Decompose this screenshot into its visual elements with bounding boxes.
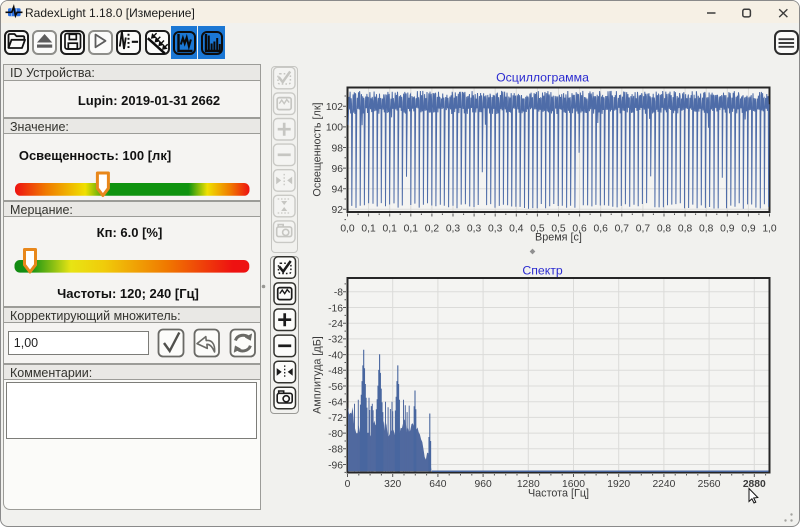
- svg-text:320: 320: [384, 479, 401, 490]
- svg-text:100: 100: [326, 123, 343, 134]
- svg-text:0,1: 0,1: [383, 224, 398, 235]
- svg-text:-72: -72: [328, 413, 343, 424]
- svg-text:-8: -8: [334, 288, 343, 299]
- svg-text:Осциллограмма: Осциллограмма: [496, 71, 589, 85]
- svg-text:1920: 1920: [607, 479, 630, 490]
- svg-text:-80: -80: [328, 429, 343, 440]
- svg-text:Освещенность [лк]: Освещенность [лк]: [312, 102, 324, 196]
- svg-text:-88: -88: [328, 445, 343, 456]
- svg-text:0,6: 0,6: [594, 224, 609, 235]
- svg-text:Спектр: Спектр: [522, 264, 563, 278]
- svg-text:-40: -40: [328, 350, 343, 361]
- svg-text:-64: -64: [328, 398, 343, 409]
- svg-text:-16: -16: [328, 303, 343, 314]
- svg-text:0,3: 0,3: [446, 224, 461, 235]
- svg-text:0: 0: [345, 479, 351, 490]
- svg-text:Амплитуда [дБ]: Амплитуда [дБ]: [312, 336, 324, 414]
- svg-text:1,0: 1,0: [762, 224, 777, 235]
- svg-text:-24: -24: [328, 319, 343, 330]
- svg-text:0,7: 0,7: [636, 224, 651, 235]
- svg-text:-96: -96: [328, 460, 343, 471]
- svg-text:94: 94: [332, 185, 344, 196]
- svg-text:-48: -48: [328, 366, 343, 377]
- svg-text:0,9: 0,9: [720, 224, 735, 235]
- svg-text:2240: 2240: [652, 479, 675, 490]
- svg-text:102: 102: [326, 102, 343, 113]
- svg-text:0,2: 0,2: [425, 224, 440, 235]
- svg-text:0,7: 0,7: [615, 224, 630, 235]
- svg-text:0,0: 0,0: [340, 224, 355, 235]
- svg-text:0,9: 0,9: [741, 224, 756, 235]
- svg-text:96: 96: [332, 164, 344, 175]
- svg-text:960: 960: [475, 479, 492, 490]
- svg-text:Время [с]: Время [с]: [535, 232, 582, 244]
- svg-text:640: 640: [429, 479, 446, 490]
- svg-text:2880: 2880: [743, 479, 766, 490]
- svg-text:0,1: 0,1: [404, 224, 419, 235]
- svg-text:0,8: 0,8: [678, 224, 693, 235]
- svg-text:0,3: 0,3: [467, 224, 482, 235]
- svg-text:-32: -32: [328, 335, 343, 346]
- svg-text:0,8: 0,8: [699, 224, 714, 235]
- svg-text:-56: -56: [328, 382, 343, 393]
- svg-text:92: 92: [332, 205, 344, 216]
- svg-text:0,4: 0,4: [509, 224, 524, 235]
- svg-text:Частота [Гц]: Частота [Гц]: [528, 488, 589, 500]
- svg-text:98: 98: [332, 143, 344, 154]
- svg-text:0,1: 0,1: [361, 224, 376, 235]
- svg-text:0,8: 0,8: [657, 224, 672, 235]
- svg-text:2560: 2560: [698, 479, 721, 490]
- svg-text:0,3: 0,3: [488, 224, 503, 235]
